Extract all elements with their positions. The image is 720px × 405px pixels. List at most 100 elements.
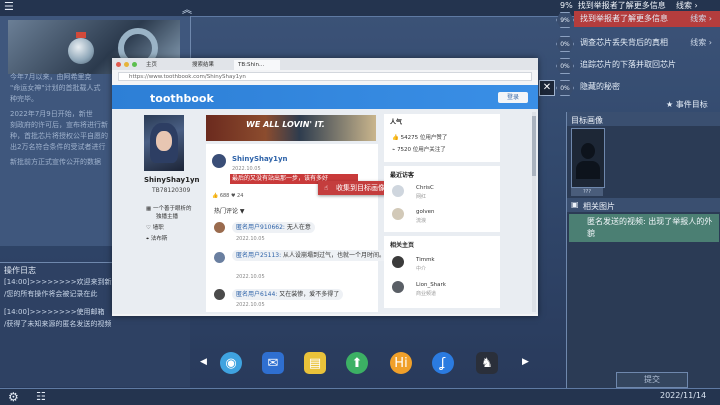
profile-username: ShinyShay1yn [144, 176, 200, 184]
clue-link[interactable]: 线索 › [690, 37, 712, 48]
tab-home[interactable]: 主页 [142, 60, 186, 70]
visitor-name[interactable]: golven [416, 209, 435, 215]
visitor-avatar[interactable] [392, 185, 404, 197]
recent-visitors-title: 最近访客 [390, 172, 415, 179]
clue-link[interactable]: 线索 › [690, 13, 712, 24]
target-profile-panel: 目标画像 ??? ▣ 相关图片 匿名发送的视频: 出现了举报人的外貌 [566, 112, 720, 388]
login-button[interactable]: 登录 [498, 92, 528, 103]
task-item[interactable]: 0% 隐藏的秘密 [554, 78, 720, 96]
popularity-title: 人气 [390, 119, 403, 126]
host-avatar[interactable] [392, 256, 404, 268]
visitor-avatar[interactable] [392, 208, 404, 220]
map-app-icon[interactable]: ⬆ [346, 352, 368, 374]
profile-id: TB78120309 [152, 187, 191, 194]
minimize-dot-icon[interactable] [124, 62, 129, 67]
hex-progress-icon: 0% [556, 36, 574, 52]
browser-tab-bar: 主页 搜索结果 TB:Shin... [112, 58, 538, 70]
host-name[interactable]: Lion_Shark [416, 282, 446, 288]
chevron-up-icon[interactable]: ︽ [182, 1, 192, 16]
address-bar[interactable]: https://www.toothbook.com/ShinyShay1yn [118, 72, 532, 81]
close-window-button[interactable]: ✕ [539, 80, 555, 96]
close-dot-icon[interactable] [116, 62, 121, 67]
list-icon[interactable]: ☷ [36, 390, 46, 403]
visitor-name[interactable]: ChrisC [416, 185, 434, 191]
menu-icon[interactable]: ☰ [4, 1, 18, 13]
host-role: 商业频道 [416, 291, 437, 297]
task-list: 9% 找到举报者了解更多信息 线索 › 0% 调查芯片丢失背后的真相 线索 › … [554, 10, 720, 96]
user-avatar[interactable] [144, 115, 184, 171]
comment: 匿名用户6144: 又在装惨，爱不多得了 [232, 289, 344, 300]
task-label: 找到举报者了解更多信息 [580, 14, 668, 23]
post-date: 2022.10.05 [232, 166, 261, 172]
tab-profile[interactable]: TB:Shin... [234, 60, 280, 70]
visitor-role: 网红 [416, 194, 427, 200]
image-icon: ▣ [571, 200, 579, 209]
browser-app-icon[interactable]: ◉ [220, 352, 242, 374]
comment: 匿名用户910662: 无人在意 [232, 222, 315, 233]
comment-avatar [214, 222, 225, 233]
post-author[interactable]: ShinyShay1yn [232, 155, 287, 163]
operation-log-title: 操作日志 [4, 266, 36, 275]
location-icon: ⌖ [146, 236, 150, 242]
related-hosts-title: 相关主页 [390, 242, 415, 249]
calendar-icon: ▦ [146, 206, 152, 212]
task-label: 隐藏的秘密 [580, 82, 620, 91]
comment: 匿名用户25113: 从人设崩塌到过气，也就一个月时间。 [232, 250, 390, 261]
gear-icon[interactable]: ⚙ [8, 390, 19, 404]
system-date: 2022/11/14 [660, 391, 707, 400]
target-panel-title: 目标画像 [571, 116, 603, 125]
log-entry: /获得了未知来源的匿名发送的视频 [4, 320, 112, 328]
hex-progress-icon: 0% [556, 80, 574, 96]
profile-info: ▦ 一个善于眼析的 [146, 206, 192, 212]
dock-right-arrow-icon[interactable]: ▶ [522, 357, 529, 367]
host-name[interactable]: Timmk [416, 257, 435, 263]
portrait-label: ??? [571, 188, 603, 196]
visitor-role: 流浪 [416, 218, 427, 224]
task-item[interactable]: 9% 找到举报者了解更多信息 线索 › [554, 10, 720, 28]
thumb-up-icon: 👍 [392, 135, 399, 141]
task-item[interactable]: 0% 追踪芯片的下落并取回芯片 [554, 56, 720, 74]
post-reactions[interactable]: 👍 688 ♥ 24 [212, 193, 243, 199]
rss-icon: ⌁ [392, 147, 396, 153]
post-author-avatar[interactable] [212, 154, 226, 168]
silhouette-icon [581, 143, 595, 159]
hook-app-icon[interactable]: ʆ [432, 352, 454, 374]
hot-comments-toggle[interactable]: 热门评论 ▼ [214, 206, 245, 215]
submit-button[interactable]: 提交 [616, 372, 688, 388]
followers-count: ⌁ 7520 位用户关注了 [392, 147, 446, 153]
site-logo[interactable]: toothbook [150, 92, 214, 105]
mail-app-icon[interactable]: ✉ [262, 352, 284, 374]
heart-icon: ♡ [146, 225, 151, 231]
hex-progress-icon: 0% [556, 58, 574, 74]
hex-progress-icon: 9% [556, 12, 574, 28]
task-item[interactable]: 0% 调查芯片丢失背后的真相 线索 › [554, 34, 720, 52]
star-icon: ★ [666, 100, 674, 109]
robot-head-image [68, 38, 94, 64]
game-app-icon[interactable]: ♞ [476, 352, 498, 374]
log-entry: /您的所有操作将会被记录在此 [4, 290, 98, 298]
related-images-title: 相关图片 [583, 202, 615, 211]
maximize-dot-icon[interactable] [132, 62, 137, 67]
log-entry: [14:00]>>>>>>>>使用邮箱 [4, 308, 105, 316]
comment-avatar [214, 289, 225, 300]
comment-date: 2022.10.05 [236, 274, 265, 280]
profile-info: ⌖ 法布斯 [146, 236, 168, 242]
event-target-label: ★ 事件目标 [666, 100, 708, 109]
comment-date: 2022.10.05 [236, 302, 265, 308]
notes-app-icon[interactable]: ▤ [304, 352, 326, 374]
banner-text: WE ALL LOVIN' IT. [246, 120, 325, 129]
scrollbar-thumb[interactable] [532, 116, 536, 176]
log-entry: [14:00]>>>>>>>>欢迎来到新思 [4, 278, 119, 286]
hand-icon: ☝ [324, 184, 329, 192]
unknown-portrait[interactable] [571, 128, 605, 188]
profile-info: ♡ 墙职 [146, 225, 164, 231]
chat-app-icon[interactable]: Hi [390, 352, 412, 374]
app-dock: ◉ ✉ ▤ ⬆ Hi ʆ ♞ [196, 350, 530, 378]
tab-search-results[interactable]: 搜索结果 [188, 60, 232, 70]
browser-scrollbar[interactable] [532, 112, 536, 312]
comment-date: 2022.10.05 [236, 236, 265, 242]
host-role: 中介 [416, 266, 427, 272]
host-avatar[interactable] [392, 281, 404, 293]
related-image-text: 匿名发送的视频: 出现了举报人的外貌 [587, 217, 713, 238]
task-label: 调查芯片丢失背后的真相 [580, 38, 668, 47]
